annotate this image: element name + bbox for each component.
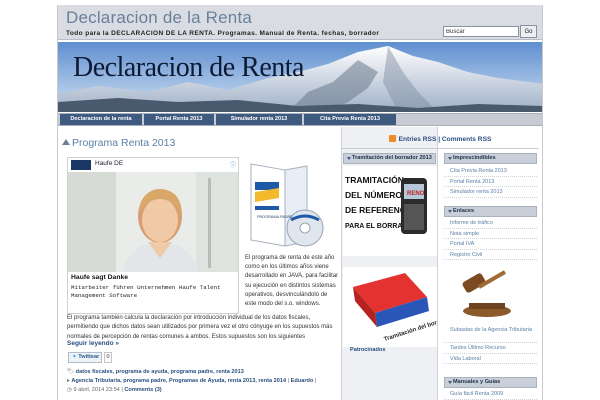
enlaces-item[interactable]: Nota simple (444, 229, 537, 239)
product-description: El programa de renta de este año como en… (245, 255, 339, 308)
tag-icon: 🏷 (67, 369, 75, 375)
comments-link[interactable]: Comments (3) (124, 387, 161, 393)
nav-item-declaracion[interactable]: Declaracion de la renta (60, 114, 142, 125)
enlaces-item[interactable]: Informe de tráfico (444, 218, 537, 229)
imprescindibles-item[interactable]: Simulador renta 2013 (444, 187, 537, 198)
ad-photo[interactable] (68, 172, 238, 272)
folder-icon: ▸ (67, 378, 70, 384)
post-title-icon (62, 139, 70, 145)
site-tagline: Todo para la DECLARACION DE LA RENTA. Pr… (66, 30, 380, 37)
widget-title-tramitacion: Tramitación del borrador 2013 (343, 153, 436, 164)
site-title[interactable]: Declaracion de la Renta (66, 8, 252, 28)
phone-label: RENO (407, 191, 425, 197)
enlaces-list: Informe de tráfico Nota simple Portal IV… (444, 218, 537, 260)
tramitacion-line-1: TRAMITACIÓN (345, 174, 404, 185)
twitter-bird-icon: ✦ (72, 354, 77, 360)
haufe-logo-icon (71, 160, 91, 170)
nav-item-cita-previa[interactable]: Cita Previa Renta 2013 (304, 114, 396, 125)
enlaces-item[interactable]: Registro Civil (444, 250, 537, 260)
rss-separator: | (438, 136, 441, 143)
tramitacion-line-2: DEL NÚMERO (345, 189, 402, 200)
read-more-link[interactable]: Seguir leyendo » (67, 340, 119, 347)
page: Declaracion de la Renta Todo para la DEC… (57, 5, 543, 400)
ad-box[interactable]: Haufe DE ⓘ Haufe sagt Danke Mitarbeiter … (67, 157, 239, 314)
tramitacion-image[interactable]: TRAMITACIÓN DEL NÚMERO DE REFERENCIA PAR… (343, 166, 437, 256)
product-box-label: PROGRAMA PADRE (257, 215, 293, 219)
imprescindibles-list: Cita Previa Renta 2013 Portal Renta 2013… (444, 166, 537, 198)
imprescindibles-item[interactable]: Cita Previa Renta 2013 (444, 166, 537, 177)
enlaces-item[interactable]: Subastas de la Agencia Tributaria (444, 325, 537, 343)
ad-info-icon[interactable]: ⓘ (230, 160, 236, 169)
enlaces-list-continued: Subastas de la Agencia Tributaria Tardes… (444, 325, 537, 364)
imprescindibles-item[interactable]: Portal Renta 2013 (444, 177, 537, 187)
search-input[interactable] (443, 26, 519, 37)
post-date-row: ◷ 9 abril, 2014 23:54 | Comments (3) (67, 387, 162, 393)
manuales-list: Guía fácil Renta 2009 (444, 389, 537, 400)
widget-title-enlaces: Enlaces (444, 206, 537, 217)
site-header: Declaracion de la Renta Todo para la DEC… (58, 5, 542, 40)
enlaces-item[interactable]: Vida Laboral (444, 354, 537, 364)
rss-bar: Entries RSS | Comments RSS (341, 133, 539, 149)
enlaces-item[interactable]: Tardes Último Recurso (444, 343, 537, 354)
widget-title-imprescindibles: Imprescindibles (444, 153, 537, 164)
ad-caption[interactable]: Haufe sagt Danke (71, 274, 128, 281)
rss-icon (388, 135, 396, 142)
eraser-image[interactable]: Tramitación del borrador (343, 267, 437, 347)
tweet-button[interactable]: ✦ Twittear (68, 352, 102, 363)
post-tags: 🏷 datos fiscales, programa de ayuda, pro… (67, 368, 339, 377)
ad-subtext: Mitarbeiter führen Unternehmen Haufe Tal… (71, 284, 221, 299)
enlaces-item[interactable]: Portal IVA (444, 239, 537, 250)
post-title-text[interactable]: Programa Renta 2013 (72, 137, 175, 149)
woman-photo-image (68, 172, 238, 272)
entries-rss-link[interactable]: Entries RSS (399, 136, 437, 143)
main-nav: Declaracion de la renta Portal Renta 201… (58, 113, 542, 126)
post-author-link[interactable]: Eduardo (291, 378, 314, 384)
post-tags-list[interactable]: datos fiscales, programa de ayuda, progr… (76, 369, 244, 375)
nav-item-simulador[interactable]: Simulador renta 2013 (216, 114, 302, 125)
nav-item-portal-renta[interactable]: Portal Renta 2013 (144, 114, 214, 125)
product-box-image: PROGRAMA PADRE (245, 158, 337, 253)
post-body: El programa también calcula la declaraci… (67, 315, 333, 340)
sponsored-label: Patrocinados (350, 347, 386, 353)
header-banner: Declaracion de Renta (58, 42, 542, 112)
clock-icon: ◷ (67, 387, 72, 393)
tweet-count: 0 (104, 352, 112, 363)
comments-rss-link[interactable]: Comments RSS (442, 136, 491, 143)
post-title[interactable]: Programa Renta 2013 (62, 137, 175, 149)
gavel-image (453, 267, 523, 323)
widget-title-manuales: Manuales y Guías (444, 377, 537, 388)
banner-title: Declaracion de Renta (73, 52, 304, 83)
search-go-button[interactable]: Go (520, 25, 537, 38)
tweet-label: Twittear (78, 354, 100, 360)
post-categories: ▸ Agencia Tributaria, programa padre, Pr… (67, 378, 317, 384)
ad-header: Haufe DE ⓘ (68, 158, 238, 171)
manuales-item[interactable]: Guía fácil Renta 2009 (444, 389, 537, 400)
main-content: Programa Renta 2013 Haufe DE ⓘ Haufe sag… (62, 131, 339, 400)
post-categories-list[interactable]: Agencia Tributaria, programa padre, Prog… (71, 378, 286, 384)
ad-brand: Haufe DE (95, 160, 124, 167)
post-date: 9 abril, 2014 23:54 (73, 387, 120, 393)
